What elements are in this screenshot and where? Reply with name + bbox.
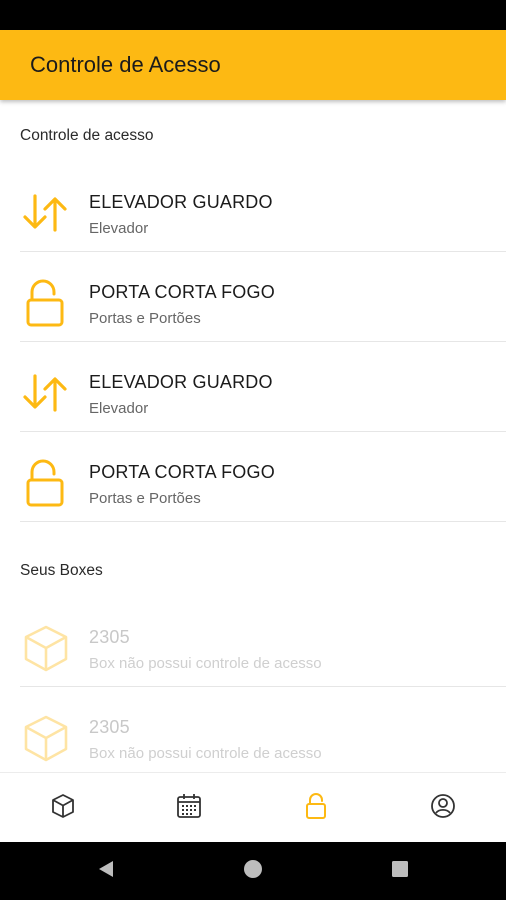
access-item[interactable]: ELEVADOR GUARDO Elevador — [0, 162, 506, 252]
arrows-up-down-icon — [20, 188, 72, 240]
box-icon — [20, 713, 72, 765]
access-item[interactable]: ELEVADOR GUARDO Elevador — [0, 342, 506, 432]
arrows-up-down-icon — [20, 368, 72, 420]
back-triangle-icon — [96, 859, 116, 884]
access-item-subtitle: Portas e Portões — [89, 310, 201, 327]
box-item-subtitle: Box não possui controle de acesso — [89, 745, 322, 762]
section-label-boxes: Seus Boxes — [20, 562, 103, 579]
box-icon — [20, 623, 72, 675]
access-item-subtitle: Elevador — [89, 220, 149, 237]
divider — [20, 521, 506, 522]
access-item-title: ELEVADOR GUARDO — [89, 372, 273, 392]
nav-profile[interactable] — [380, 773, 506, 843]
unlock-icon — [20, 278, 72, 330]
access-item[interactable]: PORTA CORTA FOGO Portas e Portões — [0, 252, 506, 342]
box-icon — [50, 793, 76, 824]
bottom-navigation — [0, 772, 506, 842]
box-item[interactable]: 2305 Box não possui controle de acesso — [0, 597, 506, 687]
nav-boxes[interactable] — [0, 773, 126, 843]
page-title: Controle de Acesso — [30, 52, 221, 77]
recents-square-icon — [390, 859, 410, 884]
unlock-icon — [20, 458, 72, 510]
back-button[interactable] — [76, 842, 136, 900]
home-button[interactable] — [223, 842, 283, 900]
access-item-title: PORTA CORTA FOGO — [89, 282, 275, 302]
box-item-title: 2305 — [89, 717, 130, 737]
app-bar: Controle de Acesso — [0, 30, 506, 100]
box-item-title: 2305 — [89, 627, 130, 647]
unlock-icon — [303, 792, 329, 825]
account-icon — [430, 793, 456, 824]
nav-calendar[interactable] — [126, 773, 252, 843]
section-label-access: Controle de acesso — [20, 127, 154, 144]
recents-button[interactable] — [370, 842, 430, 900]
access-item[interactable]: PORTA CORTA FOGO Portas e Portões — [0, 432, 506, 522]
access-item-title: ELEVADOR GUARDO — [89, 192, 273, 212]
calendar-icon — [175, 792, 203, 825]
nav-access-control[interactable] — [253, 773, 379, 843]
access-item-title: PORTA CORTA FOGO — [89, 462, 275, 482]
access-item-subtitle: Portas e Portões — [89, 490, 201, 507]
access-item-subtitle: Elevador — [89, 400, 149, 417]
status-bar — [0, 0, 506, 30]
box-item[interactable]: 2305 Box não possui controle de acesso — [0, 687, 506, 772]
system-navigation-bar — [0, 842, 506, 900]
main-content[interactable]: Controle de acesso ELEVADOR GUARDO Eleva… — [0, 100, 506, 772]
home-circle-icon — [243, 859, 263, 884]
box-item-subtitle: Box não possui controle de acesso — [89, 655, 322, 672]
